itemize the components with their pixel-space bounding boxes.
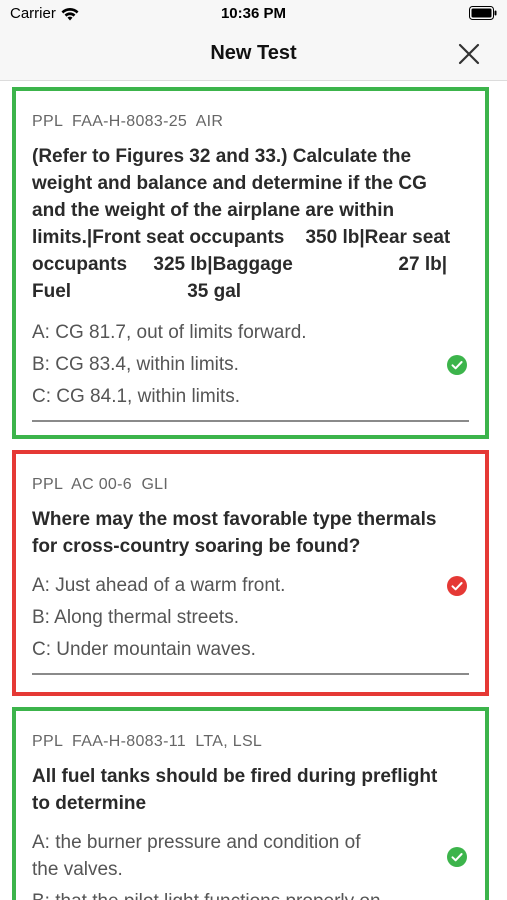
answer-c[interactable]: C: Under mountain waves. xyxy=(32,636,432,663)
answer-a[interactable]: A: CG 81.7, out of limits forward. xyxy=(32,319,432,346)
question-line: (Refer to Figures 32 and 33.) Calculate … xyxy=(32,146,412,167)
answer-a[interactable]: A: Just ahead of a warm front. xyxy=(32,572,432,599)
question-line: occupants 325 lb|Baggage 27 lb| xyxy=(32,254,448,275)
status-time: 10:36 PM xyxy=(220,5,287,22)
status-bar: Carrier 10:36 PM xyxy=(0,0,507,30)
question-line: to determine xyxy=(32,793,147,814)
question-card-wrong[interactable]: PPL AC 00-6 GLI Where may the most favor… xyxy=(12,450,489,696)
divider xyxy=(32,420,469,422)
question-meta: PPL AC 00-6 GLI xyxy=(32,476,169,493)
question-text: All fuel tanks should be fired during pr… xyxy=(32,763,482,817)
answer-c[interactable]: C: CG 84.1, within limits. xyxy=(32,383,432,410)
divider xyxy=(32,673,469,675)
question-text: (Refer to Figures 32 and 33.) Calculate … xyxy=(32,143,482,305)
question-line: for cross-country soaring be found? xyxy=(32,536,361,557)
question-card-correct[interactable]: PPL FAA-H-8083-11 LTA, LSL All fuel tank… xyxy=(12,707,489,900)
answer-b[interactable]: B: Along thermal streets. xyxy=(32,604,432,631)
question-meta: PPL FAA-H-8083-25 AIR xyxy=(32,113,224,130)
answer-a-continued[interactable]: the valves. xyxy=(32,856,432,883)
check-circle-icon xyxy=(447,847,467,867)
check-circle-icon xyxy=(447,355,467,375)
navigation-bar: New Test xyxy=(0,30,507,81)
question-card-correct[interactable]: PPL FAA-H-8083-25 AIR (Refer to Figures … xyxy=(12,87,489,439)
question-text: Where may the most favorable type therma… xyxy=(32,506,482,560)
answer-b[interactable]: B: that the pilot light functions proper… xyxy=(32,888,432,900)
check-circle-icon xyxy=(447,576,467,596)
question-line: Where may the most favorable type therma… xyxy=(32,509,437,530)
answer-b[interactable]: B: CG 83.4, within limits. xyxy=(32,351,432,378)
answer-a[interactable]: A: the burner pressure and condition of xyxy=(32,829,432,856)
question-line: and the weight of the airplane are withi… xyxy=(32,200,395,221)
page-title: New Test xyxy=(210,42,297,64)
question-list[interactable]: PPL FAA-H-8083-25 AIR (Refer to Figures … xyxy=(0,81,507,900)
question-line: Fuel 35 gal xyxy=(32,281,242,302)
question-line: All fuel tanks should be fired during pr… xyxy=(32,766,438,787)
question-meta: PPL FAA-H-8083-11 LTA, LSL xyxy=(32,733,263,750)
close-icon[interactable] xyxy=(455,40,483,68)
question-line: limits.|Front seat occupants 350 lb|Rear… xyxy=(32,227,451,248)
battery-icon xyxy=(469,6,497,20)
question-line: weight and balance and determine if the … xyxy=(32,173,427,194)
